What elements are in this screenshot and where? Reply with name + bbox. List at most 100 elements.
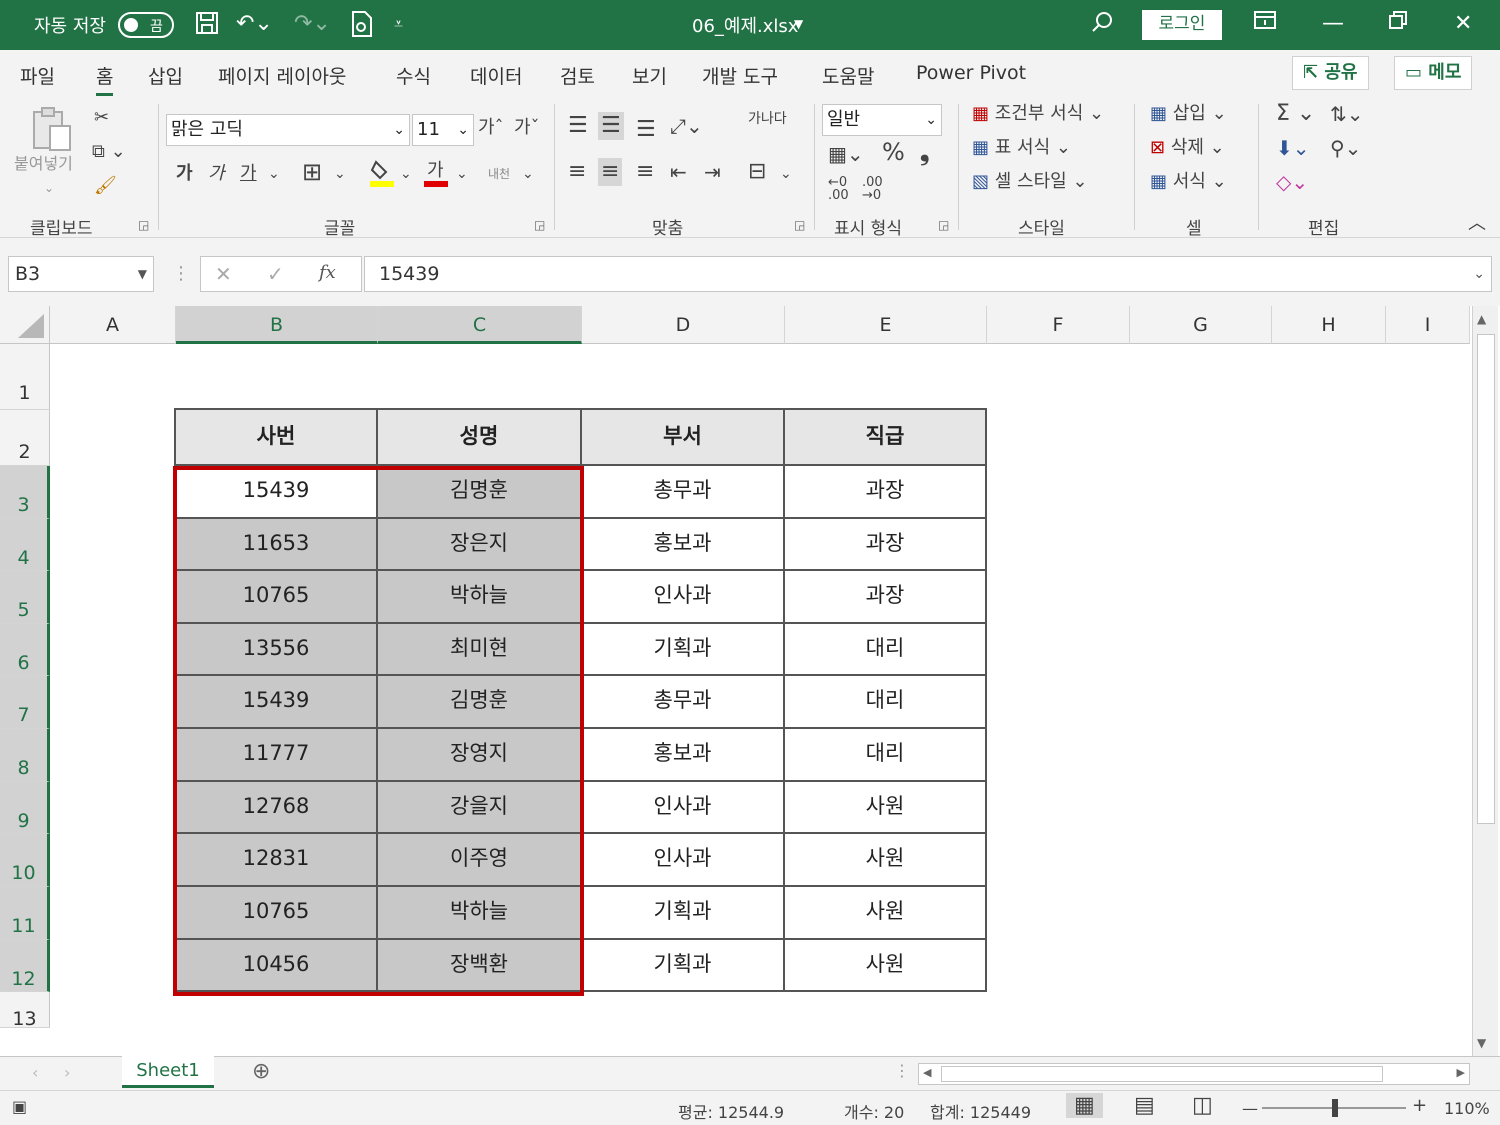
close-icon[interactable]: ✕ [1454,10,1472,38]
print-preview-icon[interactable] [350,10,374,46]
row-header-7[interactable]: 7 [0,676,50,729]
row-header-5[interactable]: 5 [0,571,50,624]
tab-data[interactable]: 데이터 [470,62,522,89]
table-cell-name[interactable]: 박하늘 [378,571,582,624]
filename-dropdown-icon[interactable]: ▼ [794,17,803,31]
font-size-select[interactable]: 11 ⌄ [412,114,474,146]
table-cell-name[interactable]: 장백환 [378,940,582,992]
alignment-launcher-icon[interactable]: ◲ [794,218,805,232]
cell-styles-button[interactable]: ▧ 셀 스타일 ⌄ [972,170,1088,194]
horizontal-scroll-thumb[interactable] [941,1066,1383,1082]
scroll-up-icon[interactable]: ▲ [1477,312,1486,326]
row-header-10[interactable]: 10 [0,834,50,887]
underline-dropdown-icon[interactable]: ⌄ [268,162,280,186]
fill-icon[interactable]: ⬇⌄ [1276,136,1310,160]
cut-icon[interactable]: ✂ [94,106,109,130]
horizontal-scrollbar[interactable]: ◀ ▶ [918,1063,1470,1085]
scroll-left-icon[interactable]: ◀ [923,1066,931,1079]
table-cell-department[interactable]: 인사과 [582,834,785,887]
file-name[interactable]: 06_예제.xlsx [692,12,798,38]
find-select-icon[interactable]: ⚲⌄ [1330,136,1361,160]
save-icon[interactable] [194,10,220,44]
column-header-b[interactable]: B [176,306,378,344]
customize-qat-icon[interactable]: ⩡ [394,10,403,38]
align-right-icon[interactable]: ≡ [636,160,654,184]
percent-button[interactable]: % [882,140,905,164]
login-button[interactable]: 로그인 [1142,10,1222,40]
row-header-1[interactable]: 1 [0,344,50,410]
zoom-slider-thumb[interactable] [1332,1099,1338,1117]
page-break-view-icon[interactable]: ◫ [1192,1093,1213,1118]
macro-record-icon[interactable]: ▣ [12,1097,27,1116]
table-cell-position[interactable]: 사원 [785,887,987,940]
table-cell-name[interactable]: 이주영 [378,834,582,887]
table-cell-name[interactable]: 김명훈 [378,676,582,729]
table-cell-department[interactable]: 홍보과 [582,729,785,782]
vertical-scrollbar[interactable]: ▲ ▼ [1472,306,1498,1056]
comma-button[interactable]: ❟ [920,140,929,164]
column-header-e[interactable]: E [785,306,987,344]
wrap-text-icon[interactable]: 가나다 [748,112,787,126]
decrease-font-icon[interactable]: 가ˇ [514,116,540,140]
clipboard-launcher-icon[interactable]: ◲ [138,218,149,232]
format-cells-button[interactable]: ▦ 서식 ⌄ [1150,170,1227,194]
table-cell-position[interactable]: 사원 [785,940,987,992]
tab-insert[interactable]: 삽입 [148,62,183,89]
tab-review[interactable]: 검토 [560,62,595,89]
column-header-i[interactable]: I [1386,306,1470,344]
underline-button[interactable]: 가 [240,162,257,186]
zoom-out-icon[interactable]: — [1242,1099,1258,1118]
prev-sheet-icon[interactable]: ‹ [32,1063,38,1082]
align-middle-icon[interactable]: ☰ [598,112,624,140]
scroll-down-icon[interactable]: ▼ [1477,1036,1486,1050]
table-cell-department[interactable]: 인사과 [582,782,785,834]
font-color-icon[interactable]: 가 [424,158,448,195]
fill-dropdown-icon[interactable]: ⌄ [400,162,412,186]
conditional-format-button[interactable]: ▦ 조건부 서식 ⌄ [972,102,1104,126]
collapse-ribbon-icon[interactable]: ︿ [1468,212,1486,236]
page-layout-view-icon[interactable]: ▤ [1134,1093,1155,1118]
table-cell-name[interactable]: 장은지 [378,519,582,571]
format-as-table-button[interactable]: ▦ 표 서식 ⌄ [972,136,1071,160]
redo-icon[interactable]: ↷⌄ [294,10,331,38]
row-header-13[interactable]: 13 [0,992,50,1030]
table-cell-employee-id[interactable]: 10456 [176,940,378,992]
table-cell-department[interactable]: 총무과 [582,676,785,729]
name-box[interactable]: B3 ▼ [8,256,154,292]
merge-center-icon[interactable]: ⊟ [748,160,766,184]
memo-button[interactable]: ▭ 메모 [1394,56,1473,90]
increase-indent-icon[interactable]: ⇥ [704,160,721,184]
italic-button[interactable]: 가 [208,162,225,186]
normal-view-icon[interactable]: ▦ [1066,1093,1103,1118]
autosum-icon[interactable]: Σ ⌄ [1276,102,1315,126]
fill-color-icon[interactable] [370,158,394,195]
autosave-toggle[interactable]: 끔 [118,12,174,38]
table-cell-position[interactable]: 과장 [785,519,987,571]
increase-font-icon[interactable]: 가ˆ [478,116,504,140]
formula-input[interactable]: 15439 ⌄ [364,256,1492,292]
decrease-decimal-icon[interactable]: .00 →0 [862,176,883,202]
select-all-button[interactable] [0,306,50,344]
undo-icon[interactable]: ↶⌄ [236,10,273,38]
table-cell-employee-id[interactable]: 10765 [176,571,378,624]
table-cell-department[interactable]: 기획과 [582,887,785,940]
align-left-icon[interactable]: ≡ [568,160,586,184]
decrease-indent-icon[interactable]: ⇤ [670,160,687,184]
tab-formulas[interactable]: 수식 [396,62,431,89]
table-cell-employee-id[interactable]: 12831 [176,834,378,887]
minimize-icon[interactable]: — [1322,10,1344,38]
insert-cells-button[interactable]: ▦ 삽입 ⌄ [1150,102,1227,126]
format-painter-icon[interactable]: 🖌 [94,174,117,198]
table-cell-name[interactable]: 강을지 [378,782,582,834]
phonetic-dropdown-icon[interactable]: ⌄ [522,162,534,186]
header-cell-position[interactable]: 직급 [785,410,987,466]
tab-help[interactable]: 도움말 [822,62,874,89]
tab-page-layout[interactable]: 페이지 레이아웃 [218,62,346,89]
tab-developer[interactable]: 개발 도구 [702,62,778,89]
row-header-11[interactable]: 11 [0,887,50,940]
table-cell-position[interactable]: 대리 [785,624,987,676]
table-cell-employee-id[interactable]: 12768 [176,782,378,834]
tab-home[interactable]: 홈 [96,62,114,96]
row-header-9[interactable]: 9 [0,782,50,834]
table-cell-position[interactable]: 대리 [785,729,987,782]
